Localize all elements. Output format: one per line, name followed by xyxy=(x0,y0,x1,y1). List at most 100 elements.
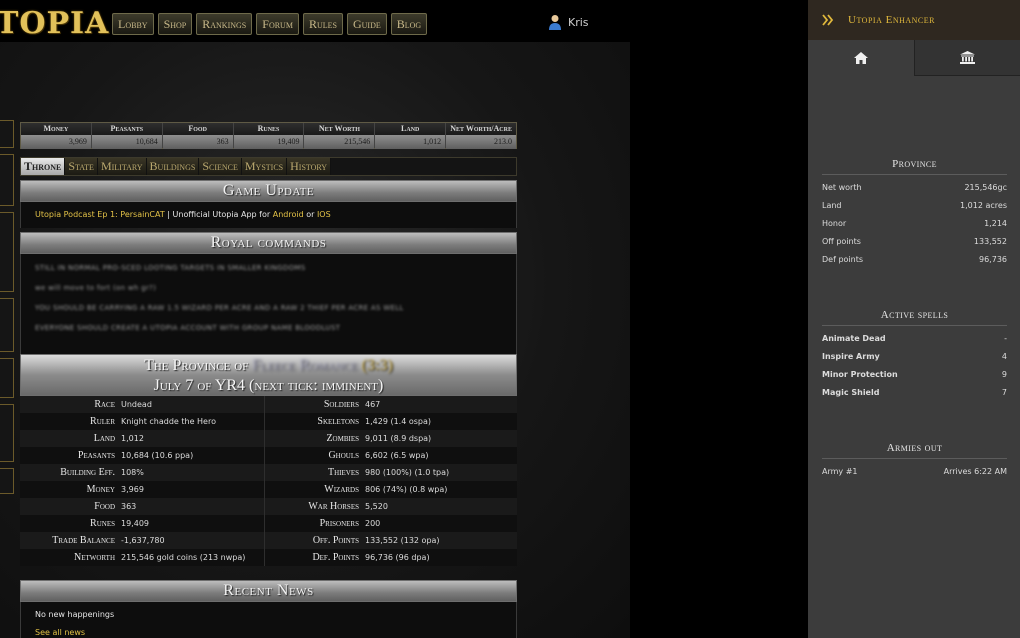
tab-kingdom[interactable] xyxy=(914,40,1020,76)
table-row: Food 363 War Horses 5,520 xyxy=(20,498,517,515)
stat-value: 96,736 (96 dpa) xyxy=(365,553,430,562)
game-update-header: Game Update xyxy=(20,180,517,202)
stat-value: 200 xyxy=(365,519,381,528)
enhancer-province-section: Province Net worth 215,546gc Land 1,012 acr… xyxy=(808,158,1020,269)
tab-throne[interactable]: Throne xyxy=(21,158,66,175)
stat-label: Money xyxy=(86,484,115,495)
stat-label: Skeletons xyxy=(317,416,359,427)
sidebar-stub[interactable] xyxy=(0,212,14,292)
nav-blog[interactable]: Blog xyxy=(390,13,428,35)
item-value: 215,546gc xyxy=(964,183,1007,192)
item-value: - xyxy=(1004,334,1007,343)
tab-home[interactable] xyxy=(808,40,915,76)
item-label: Off points xyxy=(822,237,861,246)
stat-label: Ghouls xyxy=(328,450,359,461)
resource-nw-acre: Net Worth/Acre 213.0 xyxy=(446,123,517,149)
enhancer-armies-section: Armies out Army #1 Arrives 6:22 AM xyxy=(808,442,1020,481)
stat-label: Thieves xyxy=(328,467,359,478)
utopia-logo[interactable]: TOPIA xyxy=(0,6,109,41)
table-row: Ruler Knight chadde the Hero Skeletons 1,42… xyxy=(20,413,517,430)
item-label: Honor xyxy=(822,219,847,228)
item-label: Inspire Army xyxy=(822,352,880,361)
stat-label: Peasants xyxy=(77,450,115,461)
resource-runes: Runes 19,409 xyxy=(233,123,305,149)
list-item: Magic Shield 7 xyxy=(822,384,1007,402)
stat-value: 3,969 xyxy=(118,481,265,498)
province-date: July 7 of YR4 (next tick: imminent) xyxy=(153,377,384,394)
list-item: Land 1,012 acres xyxy=(822,197,1007,215)
royal-line: we will move to fort (on wh gr?) xyxy=(35,284,157,292)
nav-guide[interactable]: Guide xyxy=(346,13,387,35)
stat-label: Zombies xyxy=(326,433,359,444)
sidebar-stub[interactable] xyxy=(0,154,14,206)
podcast-link[interactable]: Utopia Podcast Ep 1: PersainCAT xyxy=(35,210,165,219)
list-item: Honor 1,214 xyxy=(822,215,1007,233)
sidebar-stub[interactable] xyxy=(0,468,14,494)
province-section-title: Province xyxy=(822,158,1007,175)
bank-icon xyxy=(959,51,975,64)
province-kingdom[interactable]: (3:3) xyxy=(362,357,393,374)
stat-value: 1,429 (1.4 ospa) xyxy=(365,417,431,426)
recent-news-body: No new happenings See all news xyxy=(20,602,517,638)
nav-shop[interactable]: Shop xyxy=(157,13,193,35)
royal-line: EVERYONE SHOULD CREATE A UTOPIA ACCOUNT … xyxy=(35,324,341,332)
stat-label: Race xyxy=(94,399,115,410)
update-or: or xyxy=(303,210,317,219)
see-all-news-link[interactable]: See all news xyxy=(35,624,502,638)
stat-label: Prisoners xyxy=(319,518,359,529)
left-sidebar-edge xyxy=(0,120,14,500)
resource-peasants: Peasants 10,684 xyxy=(91,123,163,149)
item-value: 96,736 xyxy=(979,255,1007,264)
item-label: Net worth xyxy=(822,183,862,192)
page-tabs: Throne State Military Buildings Science … xyxy=(20,157,517,176)
list-item: Minor Protection 9 xyxy=(822,366,1007,384)
stat-label: Food xyxy=(94,501,115,512)
enhancer-title: Utopia Enhancer xyxy=(848,14,935,26)
stat-label: Def. Points xyxy=(312,552,359,563)
stat-label: Ruler xyxy=(90,416,115,427)
stat-value: Undead xyxy=(118,396,265,413)
province-stats-table: Race Undead Soldiers 467 Ruler Knight chadde … xyxy=(20,396,517,566)
sidebar-stub[interactable] xyxy=(0,120,14,148)
nav-forum[interactable]: Forum xyxy=(256,13,299,35)
royal-line: YOU SHOULD BE CARRYING A RAW 1.5 WIZARD … xyxy=(35,304,404,312)
tab-state[interactable]: State xyxy=(65,158,98,175)
throne-content: Game Update Utopia Podcast Ep 1: Persain… xyxy=(20,180,517,638)
table-row: Building Eff. 108% Thieves 980 (100%) (1.0 … xyxy=(20,464,517,481)
stat-value: 9,011 (8.9 dspa) xyxy=(365,434,432,443)
update-sep: | Unofficial Utopia App for xyxy=(164,210,273,219)
stat-label: Runes xyxy=(90,518,115,529)
news-empty: No new happenings xyxy=(35,610,115,619)
nav-lobby[interactable]: Lobby xyxy=(112,13,154,35)
table-row: Runes 19,409 Prisoners 200 xyxy=(20,515,517,532)
stat-label: Building Eff. xyxy=(60,467,115,478)
item-value: 1,214 xyxy=(984,219,1007,228)
tab-mystics[interactable]: Mystics xyxy=(241,158,288,175)
sidebar-stub[interactable] xyxy=(0,404,14,462)
sidebar-stub[interactable] xyxy=(0,298,14,352)
tab-buildings[interactable]: Buildings xyxy=(146,158,200,175)
double-chevron-right-icon[interactable] xyxy=(822,14,834,26)
ios-link[interactable]: IOS xyxy=(317,210,331,219)
android-link[interactable]: Android xyxy=(273,210,304,219)
item-value: 9 xyxy=(1001,370,1007,379)
user-menu[interactable]: Kris xyxy=(548,14,589,30)
stat-value: 1,012 xyxy=(118,430,265,447)
tab-military[interactable]: Military xyxy=(97,158,147,175)
stat-label: Off. Points xyxy=(312,535,359,546)
resource-money: Money 3,969 xyxy=(21,123,92,149)
nav-rankings[interactable]: Rankings xyxy=(196,13,253,35)
tab-science[interactable]: Science xyxy=(199,158,242,175)
stat-value: 108% xyxy=(118,464,265,481)
tab-history[interactable]: History xyxy=(287,158,332,175)
enhancer-header: Utopia Enhancer xyxy=(808,0,1020,40)
stat-label: Land xyxy=(93,433,115,444)
top-bar: TOPIA Lobby Shop Rankings Forum Rules Gu… xyxy=(0,0,808,46)
stat-value: 363 xyxy=(118,498,265,515)
nav-rules[interactable]: Rules xyxy=(302,13,343,35)
sidebar-stub[interactable] xyxy=(0,358,14,398)
resource-food: Food 363 xyxy=(162,123,234,149)
stat-value: 980 (100%) (1.0 tpa) xyxy=(365,468,450,477)
list-item: Army #1 Arrives 6:22 AM xyxy=(822,463,1007,481)
royal-commands-header: Royal commands xyxy=(20,232,517,254)
